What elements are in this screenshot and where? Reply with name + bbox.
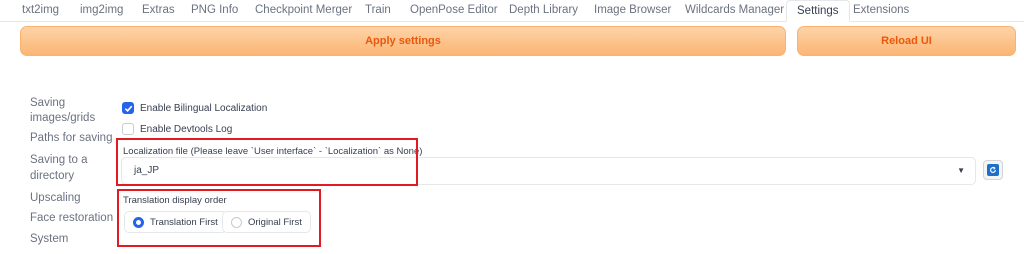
- tab-extras[interactable]: Extras: [142, 0, 175, 22]
- refresh-localization-button[interactable]: [983, 160, 1003, 180]
- sidebar-item-paths-for-saving[interactable]: Paths for saving: [30, 129, 112, 147]
- tab-settings[interactable]: Settings: [786, 0, 850, 22]
- tab-depth-library[interactable]: Depth Library: [509, 0, 578, 22]
- refresh-icon: [987, 164, 999, 176]
- tab-checkpoint-merger[interactable]: Checkpoint Merger: [255, 0, 352, 22]
- tab-train[interactable]: Train: [365, 0, 391, 22]
- localization-highlight-box: [116, 138, 418, 186]
- sidebar-item-upscaling[interactable]: Upscaling: [30, 189, 81, 207]
- chevron-down-icon: ▼: [957, 166, 965, 175]
- bilingual-localization-option[interactable]: Enable Bilingual Localization: [122, 102, 267, 114]
- bilingual-localization-checkbox[interactable]: [122, 102, 134, 114]
- tab-openpose-editor[interactable]: OpenPose Editor: [410, 0, 498, 22]
- tab-wildcards-manager[interactable]: Wildcards Manager: [685, 0, 784, 22]
- tab-txt2img[interactable]: txt2img: [22, 0, 59, 22]
- devtools-log-checkbox[interactable]: [122, 123, 134, 135]
- bilingual-localization-label: Enable Bilingual Localization: [140, 102, 268, 114]
- sidebar-item-face-restoration[interactable]: Face restoration: [30, 209, 113, 227]
- tab-extensions[interactable]: Extensions: [853, 0, 909, 22]
- tab-bar: txt2img img2img Extras PNG Info Checkpoi…: [0, 0, 1024, 22]
- tab-image-browser[interactable]: Image Browser: [594, 0, 671, 22]
- sidebar-item-directory[interactable]: directory: [30, 167, 74, 185]
- tab-png-info[interactable]: PNG Info: [191, 0, 238, 22]
- apply-settings-button[interactable]: Apply settings: [20, 26, 786, 56]
- display-order-highlight-box: [117, 189, 321, 247]
- sidebar-item-system[interactable]: System: [30, 230, 68, 248]
- sidebar-item-images-grids[interactable]: images/grids: [30, 109, 95, 127]
- devtools-log-option[interactable]: Enable Devtools Log: [122, 123, 232, 135]
- tab-img2img[interactable]: img2img: [80, 0, 123, 22]
- devtools-log-label: Enable Devtools Log: [140, 123, 233, 135]
- reload-ui-button[interactable]: Reload UI: [797, 26, 1016, 56]
- checkmark-icon: [124, 105, 132, 112]
